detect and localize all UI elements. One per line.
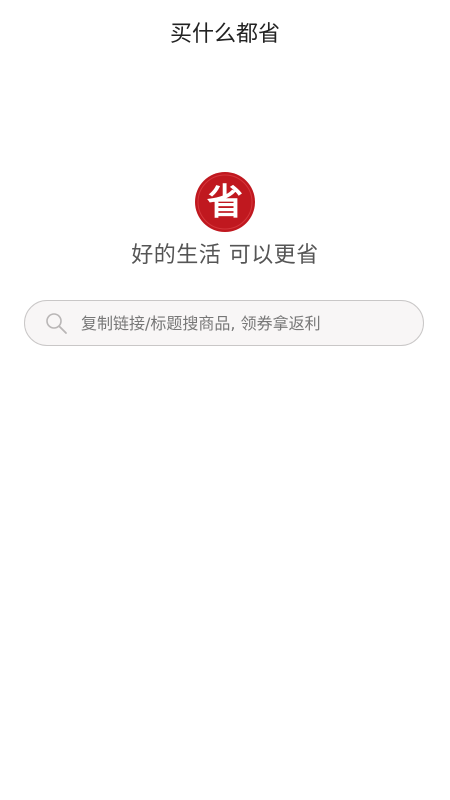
logo-seal-icon: 省 xyxy=(195,172,255,232)
page-title: 买什么都省 xyxy=(169,22,280,47)
app-logo: 省 xyxy=(193,170,257,234)
search-bar[interactable] xyxy=(24,300,424,346)
search-icon xyxy=(43,310,69,336)
search-input[interactable] xyxy=(81,303,423,343)
slogan: 好的生活 可以更省 xyxy=(131,243,319,268)
logo-char: 省 xyxy=(207,181,243,223)
